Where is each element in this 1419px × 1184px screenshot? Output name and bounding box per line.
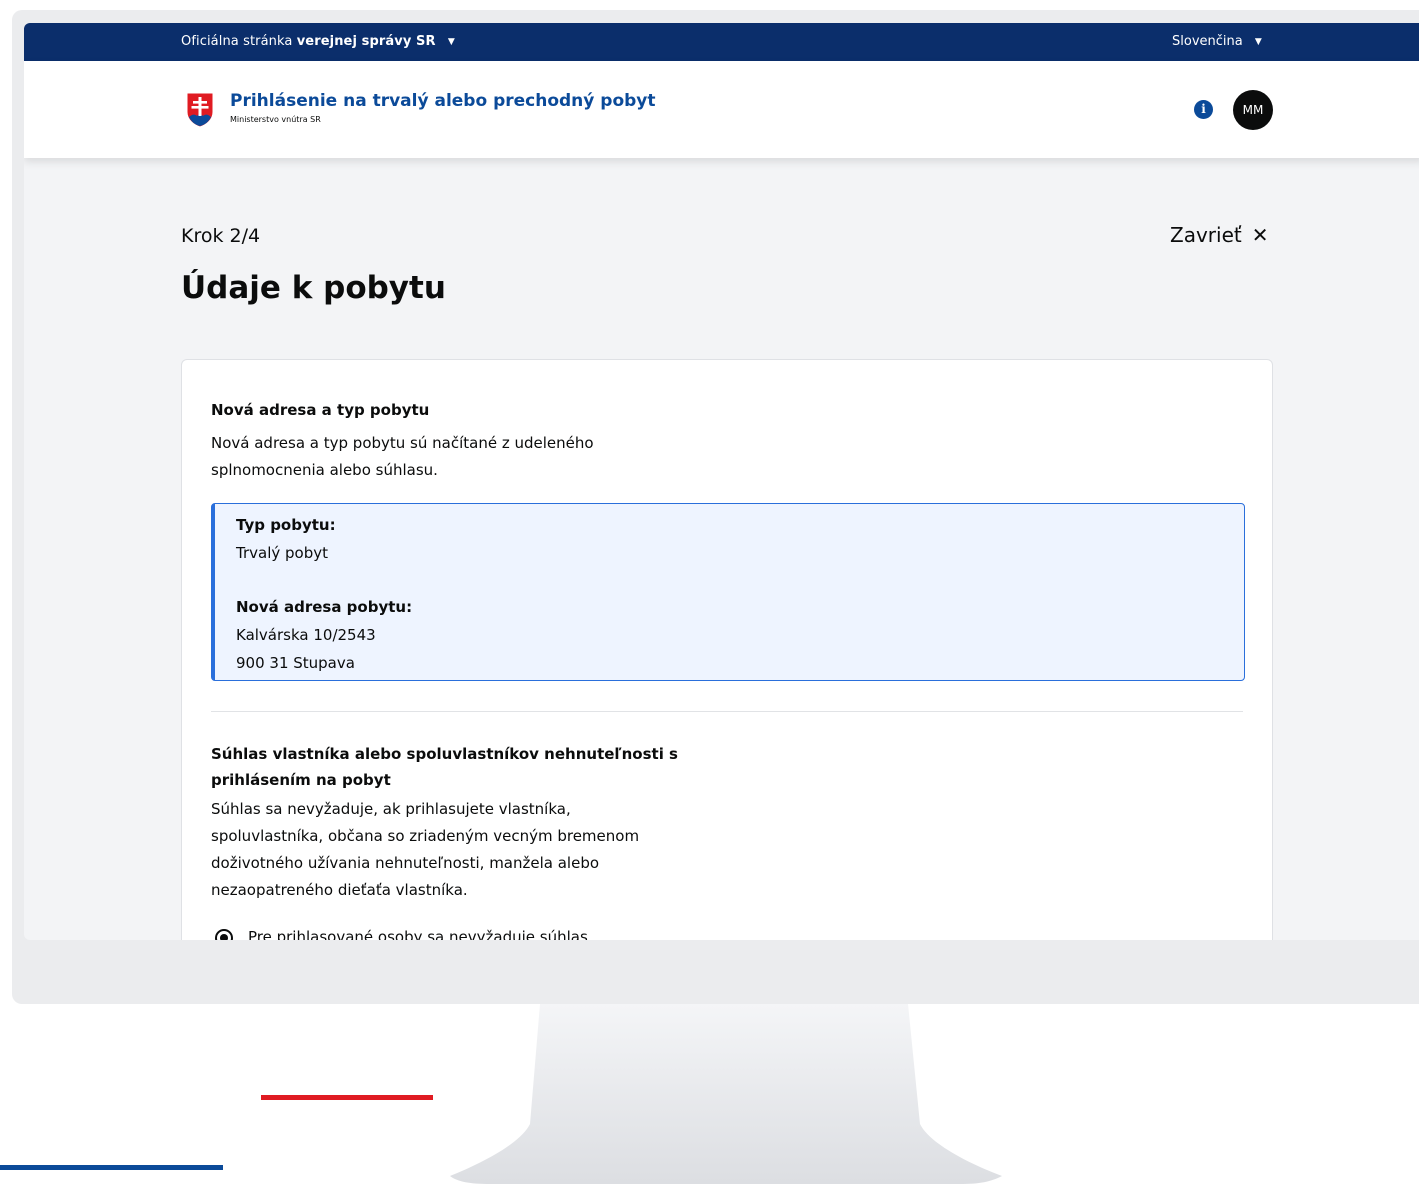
new-address-label: Nová adresa pobytu: [236,598,413,616]
residence-info-box: Typ pobytu: Trvalý pobyt Nová adresa pob… [211,503,1245,681]
close-button[interactable]: Zavrieť ✕ [1170,223,1268,247]
section-desc-address-line1: Nová adresa a typ pobytu sú načítané z u… [211,434,594,452]
section-divider [211,711,1243,712]
consent-desc-line1: Súhlas sa nevyžaduje, ak prihlasujete vl… [211,800,571,818]
consent-desc-line4: nezaopatreného dieťaťa vlastníka. [211,881,468,899]
site-header: Prihlásenie na trvalý alebo prechodný po… [24,61,1419,158]
decorative-red-line [261,1095,433,1100]
new-address-line1: Kalvárska 10/2543 [236,626,376,644]
official-bar: Oficiálna stránka verejnej správy SR ▼ S… [24,23,1419,61]
monitor-stand [450,1004,1002,1184]
consent-desc-line3: doživotného užívania nehnuteľnosti, manž… [211,854,600,872]
official-prefix: Oficiálna stránka [181,34,293,49]
page-title: Údaje k pobytu [181,270,446,306]
official-bold: verejnej správy SR [296,34,436,49]
new-address-line2: 900 31 Stupava [236,654,355,672]
consent-not-required-label[interactable]: Pre prihlasované osoby sa nevyžaduje súh… [248,928,588,940]
language-label: Slovenčina [1172,34,1243,49]
consent-not-required-radio[interactable] [215,929,233,940]
residence-card: Nová adresa a typ pobytu Nová adresa a t… [181,359,1273,940]
user-avatar[interactable]: MM [1233,90,1273,130]
decorative-blue-line [0,1165,223,1170]
consent-desc-line2: spoluvlastníka, občana so zriadeným vecn… [211,827,640,845]
caret-down-icon: ▼ [447,37,455,47]
residence-type-value: Trvalý pobyt [236,544,328,562]
caret-down-icon: ▼ [1254,37,1262,47]
close-label: Zavrieť [1170,223,1242,247]
info-icon[interactable]: i [1194,100,1213,119]
site-subtitle: Ministerstvo vnútra SR [230,115,321,124]
section-heading-address: Nová adresa a typ pobytu [211,401,430,419]
step-indicator: Krok 2/4 [181,225,261,247]
section-heading-consent-line1: Súhlas vlastníka alebo spoluvlastníkov n… [211,745,678,763]
browser-screen: Oficiálna stránka verejnej správy SR ▼ S… [24,23,1419,940]
section-desc-address-line2: splnomocnenia alebo súhlasu. [211,461,438,479]
close-icon: ✕ [1251,223,1269,247]
site-title-link[interactable]: Prihlásenie na trvalý alebo prechodný po… [230,91,656,111]
language-selector[interactable]: Slovenčina ▼ [1172,34,1262,49]
section-heading-consent-line2: prihlásením na pobyt [211,771,391,789]
slovak-crest-icon [186,92,214,128]
residence-type-label: Typ pobytu: [236,516,336,534]
official-site-toggle[interactable]: Oficiálna stránka verejnej správy SR ▼ [181,34,455,49]
